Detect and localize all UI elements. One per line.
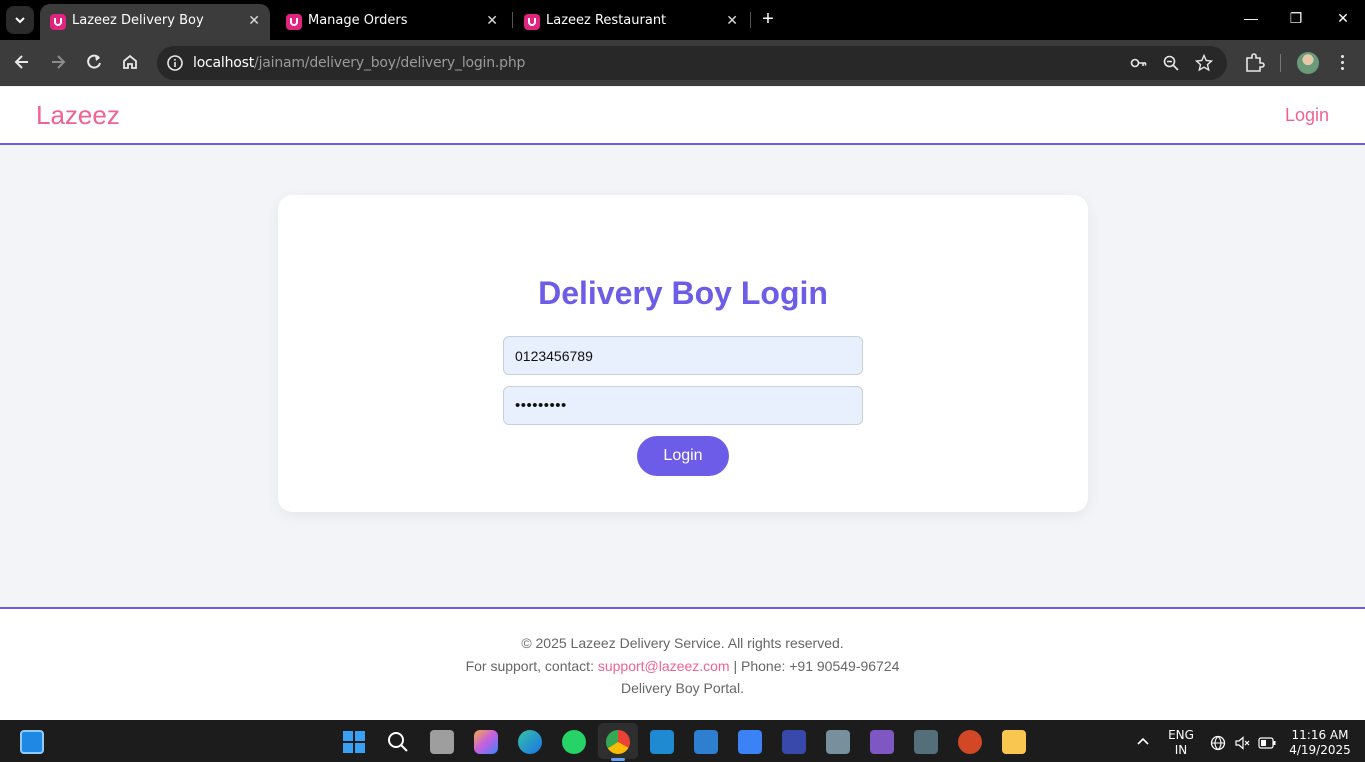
search-button[interactable] xyxy=(386,730,410,754)
whatsapp-icon[interactable] xyxy=(562,730,586,754)
start-button[interactable] xyxy=(342,730,366,754)
close-tab-icon[interactable]: ✕ xyxy=(726,13,738,29)
chrome-icon[interactable] xyxy=(606,730,630,754)
running-indicator xyxy=(611,758,625,761)
tab-title: Lazeez Restaurant xyxy=(546,13,667,28)
login-button[interactable]: Login xyxy=(637,436,729,476)
taskbar: ENG IN 11:16 AM 4/19/2025 xyxy=(0,720,1365,762)
clock-time: 11:16 AM xyxy=(1291,728,1349,742)
password-input[interactable] xyxy=(503,386,863,425)
app-icon[interactable] xyxy=(782,730,806,754)
brand-logo[interactable]: Lazeez xyxy=(36,100,120,131)
toolbar-divider xyxy=(1280,54,1281,72)
browser-tab-strip: Lazeez Delivery Boy ✕ Manage Orders ✕ La… xyxy=(0,0,1365,40)
chevron-down-icon xyxy=(15,17,25,24)
clock-date: 4/19/2025 xyxy=(1289,743,1351,757)
restore-button[interactable]: ❐ xyxy=(1286,10,1306,27)
tab-title: Lazeez Delivery Boy xyxy=(72,13,204,28)
arrow-left-icon xyxy=(14,55,28,69)
chevron-up-icon[interactable] xyxy=(1136,736,1150,746)
battery-icon[interactable] xyxy=(1258,737,1276,749)
language-code: ENG xyxy=(1168,728,1194,742)
search-icon xyxy=(388,732,408,752)
close-tab-icon[interactable]: ✕ xyxy=(248,13,260,29)
footer-support: For support, contact: support@lazeez.com… xyxy=(0,658,1365,674)
tab-title: Manage Orders xyxy=(308,13,408,28)
close-window-button[interactable]: ✕ xyxy=(1333,10,1353,27)
extensions-icon[interactable] xyxy=(1243,52,1265,74)
edge-icon[interactable] xyxy=(518,730,542,754)
arrow-right-icon xyxy=(52,55,66,69)
support-label: For support, contact: xyxy=(465,658,594,674)
support-phone: | Phone: +91 90549-96724 xyxy=(733,658,900,674)
login-card: Delivery Boy Login Login xyxy=(278,195,1088,512)
favicon-icon xyxy=(524,14,540,30)
tab-divider xyxy=(512,12,513,28)
copilot-icon[interactable] xyxy=(474,730,498,754)
url-host: localhost xyxy=(193,55,255,71)
header-login-link[interactable]: Login xyxy=(1285,105,1329,126)
home-button[interactable] xyxy=(120,53,140,73)
clock[interactable]: 11:16 AM 4/19/2025 xyxy=(1286,728,1354,758)
site-footer: © 2025 Lazeez Delivery Service. All righ… xyxy=(0,607,1365,720)
address-bar[interactable]: localhost/jainam/delivery_boy/delivery_l… xyxy=(157,46,1227,80)
forward-button[interactable] xyxy=(48,53,68,73)
store-icon[interactable] xyxy=(738,730,762,754)
file-explorer-icon[interactable] xyxy=(1002,730,1026,754)
profile-avatar[interactable] xyxy=(1297,52,1319,74)
reload-button[interactable] xyxy=(84,53,104,73)
widgets-icon[interactable] xyxy=(20,730,44,754)
url-text: localhost/jainam/delivery_boy/delivery_l… xyxy=(193,55,525,71)
footer-copyright: © 2025 Lazeez Delivery Service. All righ… xyxy=(521,635,844,651)
favicon-icon xyxy=(50,14,66,30)
windows-logo-icon xyxy=(343,731,365,753)
browser-toolbar: localhost/jainam/delivery_boy/delivery_l… xyxy=(0,40,1365,86)
app-icon[interactable] xyxy=(826,730,850,754)
minimize-button[interactable]: — xyxy=(1241,10,1261,26)
bookmark-star-icon[interactable] xyxy=(1195,54,1213,72)
vscode-icon[interactable] xyxy=(650,730,674,754)
browser-menu-button[interactable] xyxy=(1341,52,1345,74)
back-button[interactable] xyxy=(12,53,32,73)
visual-studio-icon[interactable] xyxy=(870,730,894,754)
language-indicator[interactable]: ENG IN xyxy=(1164,728,1198,758)
site-info-icon[interactable] xyxy=(165,53,185,73)
home-icon xyxy=(123,54,137,69)
app-icon[interactable] xyxy=(914,730,938,754)
url-path: /jainam/delivery_boy/delivery_login.php xyxy=(254,55,526,71)
key-icon[interactable] xyxy=(1130,54,1148,72)
zoom-icon[interactable] xyxy=(1162,54,1180,72)
favicon-icon xyxy=(286,14,302,30)
powerpoint-icon[interactable] xyxy=(958,730,982,754)
site-header: Lazeez Login xyxy=(0,87,1365,145)
tab-divider xyxy=(750,12,751,28)
volume-muted-icon[interactable] xyxy=(1234,735,1250,751)
phone-input[interactable] xyxy=(503,336,863,375)
support-email-link[interactable]: support@lazeez.com xyxy=(598,658,730,674)
tab-lazeez-restaurant[interactable]: Lazeez Restaurant ✕ xyxy=(514,4,748,40)
notepad-icon[interactable] xyxy=(694,730,718,754)
tab-search-button[interactable] xyxy=(6,6,34,34)
task-view-icon[interactable] xyxy=(430,730,454,754)
footer-portal: Delivery Boy Portal. xyxy=(621,680,744,696)
close-tab-icon[interactable]: ✕ xyxy=(486,13,498,29)
network-icon[interactable] xyxy=(1210,735,1226,751)
region-code: IN xyxy=(1174,743,1188,757)
reload-icon xyxy=(87,54,101,69)
tab-manage-orders[interactable]: Manage Orders ✕ xyxy=(276,4,508,40)
tab-lazeez-delivery-boy[interactable]: Lazeez Delivery Boy ✕ xyxy=(40,4,270,40)
page-title: Delivery Boy Login xyxy=(538,275,828,311)
new-tab-button[interactable]: + xyxy=(758,9,778,29)
